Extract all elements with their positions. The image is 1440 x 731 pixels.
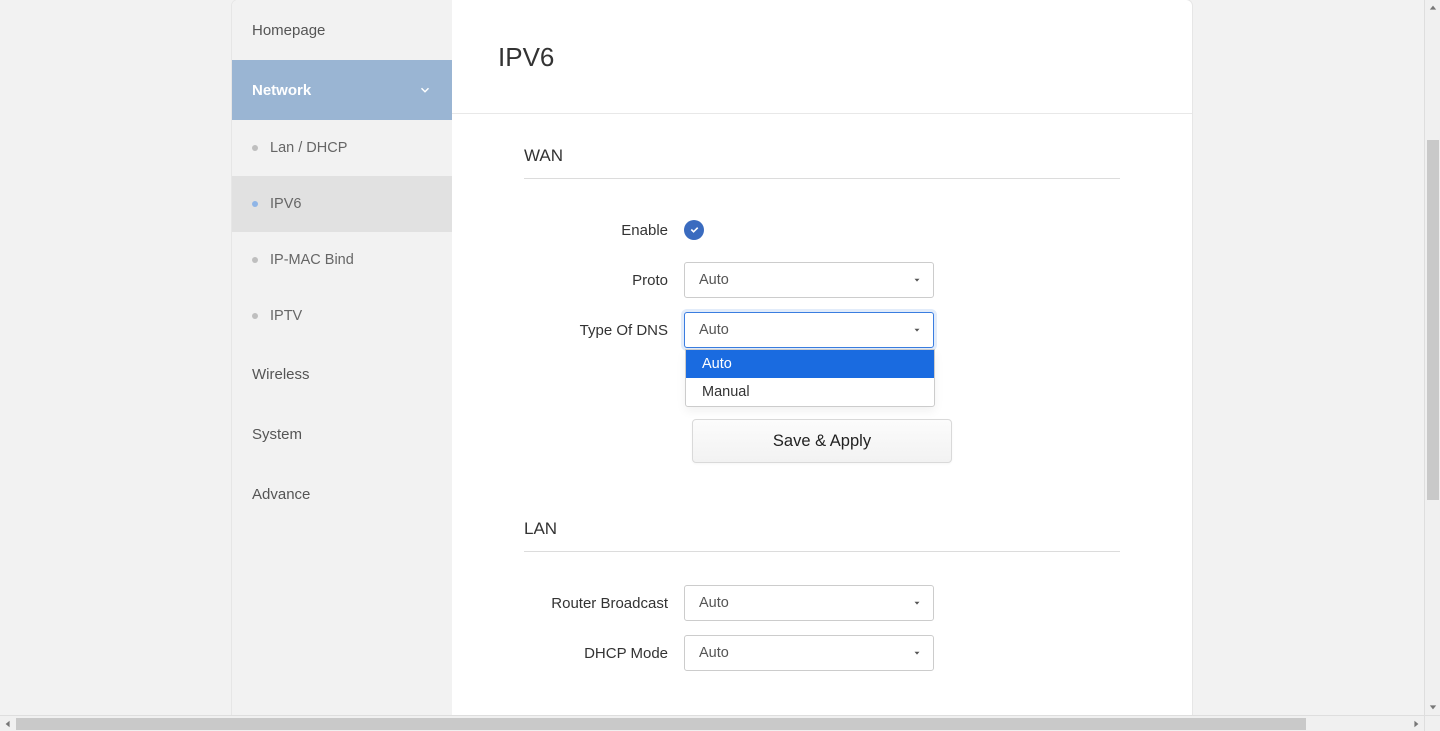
router-broadcast-select[interactable]: Auto	[684, 585, 934, 621]
dns-option-auto[interactable]: Auto	[686, 350, 934, 378]
sidebar-subitem-label: IP-MAC Bind	[270, 252, 354, 268]
sidebar-item-homepage[interactable]: Homepage	[232, 0, 452, 60]
sidebar-item-system[interactable]: System	[232, 404, 452, 464]
chevron-down-icon	[909, 645, 925, 661]
scroll-right-button[interactable]	[1408, 716, 1424, 731]
enable-label: Enable	[524, 222, 684, 239]
proto-select[interactable]: Auto	[684, 262, 934, 298]
sidebar-item-wireless[interactable]: Wireless	[232, 344, 452, 404]
chevron-down-icon	[418, 83, 432, 97]
dns-option-label: Manual	[702, 384, 750, 400]
dns-dropdown: Auto Manual	[685, 349, 935, 407]
sidebar-subitem-label: IPTV	[270, 308, 302, 324]
dhcp-mode-label: DHCP Mode	[524, 645, 684, 662]
chevron-down-icon	[909, 595, 925, 611]
lan-section: LAN Router Broadcast Auto	[452, 463, 1192, 676]
sidebar-subitem-ip-mac-bind[interactable]: IP-MAC Bind	[232, 232, 452, 288]
proto-select-value: Auto	[699, 272, 729, 288]
bullet-icon	[252, 201, 258, 207]
sidebar-subitem-ipv6[interactable]: IPV6	[232, 176, 452, 232]
lan-dhcp-mode-row: DHCP Mode Auto	[524, 630, 1120, 676]
sidebar-subitem-lan-dhcp[interactable]: Lan / DHCP	[232, 120, 452, 176]
scroll-left-button[interactable]	[0, 716, 16, 731]
wan-dns-row: Type Of DNS Auto Auto	[524, 307, 1120, 353]
router-broadcast-value: Auto	[699, 595, 729, 611]
scroll-up-button[interactable]	[1425, 0, 1440, 16]
lan-section-title: LAN	[524, 519, 1120, 552]
vertical-scrollbar[interactable]	[1424, 0, 1440, 715]
lan-router-broadcast-row: Router Broadcast Auto	[524, 580, 1120, 626]
wan-enable-row: Enable	[524, 207, 1120, 253]
triangle-left-icon	[4, 720, 12, 728]
save-apply-label: Save & Apply	[773, 432, 871, 450]
sidebar-item-label: Network	[252, 82, 311, 99]
proto-label: Proto	[524, 272, 684, 289]
sidebar-item-label: Homepage	[252, 22, 325, 39]
sidebar-item-network[interactable]: Network	[232, 60, 452, 120]
triangle-right-icon	[1412, 720, 1420, 728]
enable-toggle[interactable]	[684, 220, 704, 240]
triangle-up-icon	[1429, 4, 1437, 12]
scroll-down-button[interactable]	[1425, 699, 1440, 715]
bullet-icon	[252, 257, 258, 263]
wan-section-title: WAN	[524, 146, 1120, 179]
check-icon	[689, 224, 700, 235]
sidebar-subitem-iptv[interactable]: IPTV	[232, 288, 452, 344]
horizontal-scroll-thumb[interactable]	[16, 718, 1306, 730]
dns-select[interactable]: Auto Auto Manual	[684, 312, 934, 348]
triangle-down-icon	[1429, 703, 1437, 711]
sidebar-subitem-label: IPV6	[270, 196, 301, 212]
chevron-down-icon	[909, 272, 925, 288]
scroll-corner	[1424, 715, 1440, 731]
page-title: IPV6	[452, 0, 1192, 114]
vertical-scroll-thumb[interactable]	[1427, 140, 1439, 500]
dns-option-label: Auto	[702, 356, 732, 372]
dns-select-value: Auto	[699, 322, 729, 338]
horizontal-scrollbar[interactable]	[0, 715, 1424, 731]
sidebar: Homepage Network Lan / DHCP IPV6	[232, 0, 452, 716]
dhcp-mode-value: Auto	[699, 645, 729, 661]
wan-proto-row: Proto Auto	[524, 257, 1120, 303]
sidebar-item-label: Advance	[252, 486, 310, 503]
bullet-icon	[252, 313, 258, 319]
router-broadcast-label: Router Broadcast	[524, 595, 684, 612]
wan-section: WAN Enable Proto Auto	[452, 114, 1192, 463]
dns-label: Type Of DNS	[524, 322, 684, 339]
save-apply-button[interactable]: Save & Apply	[692, 419, 952, 463]
sidebar-subitem-label: Lan / DHCP	[270, 140, 347, 156]
content-pane: IPV6 WAN Enable Proto	[452, 0, 1192, 716]
sidebar-item-label: Wireless	[252, 366, 310, 383]
bullet-icon	[252, 145, 258, 151]
dns-option-manual[interactable]: Manual	[686, 378, 934, 406]
sidebar-item-label: System	[252, 426, 302, 443]
chevron-down-icon	[909, 322, 925, 338]
dhcp-mode-select[interactable]: Auto	[684, 635, 934, 671]
sidebar-item-advance[interactable]: Advance	[232, 464, 452, 524]
settings-card: Homepage Network Lan / DHCP IPV6	[232, 0, 1192, 716]
